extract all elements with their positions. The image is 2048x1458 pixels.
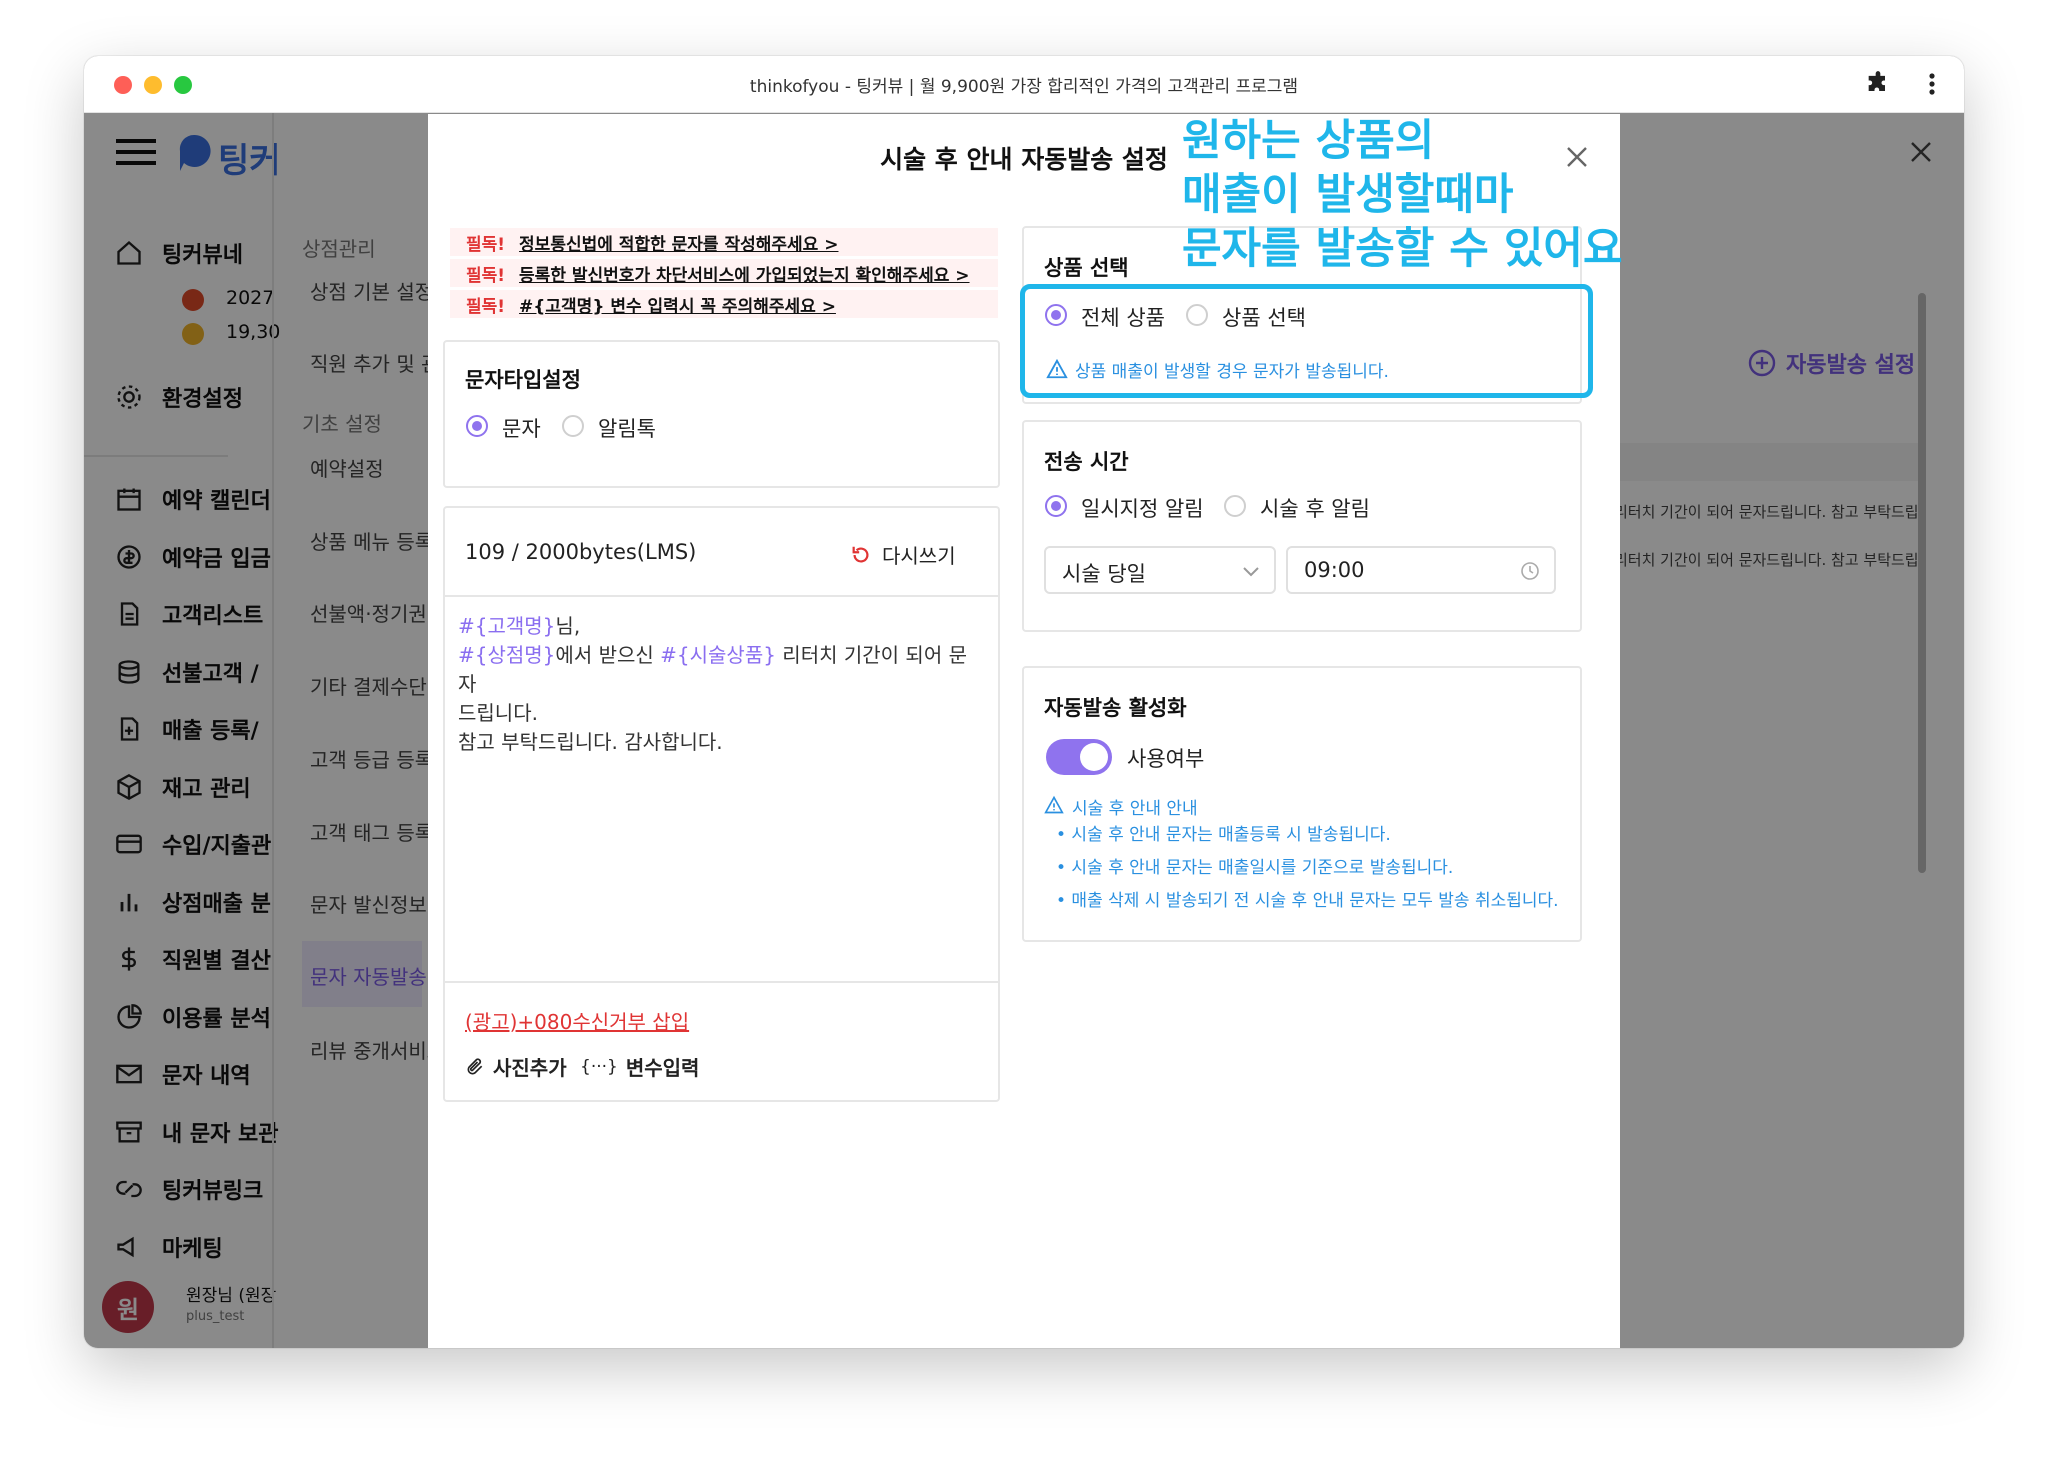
radio-after-treatment[interactable] bbox=[1224, 495, 1246, 517]
warning-icon bbox=[1044, 795, 1064, 815]
byte-counter: 109 / 2000bytes(LMS) bbox=[465, 540, 697, 564]
var-product: #{시술상품} bbox=[660, 643, 776, 667]
radio-sms[interactable] bbox=[466, 415, 488, 437]
radio-alimtalk[interactable] bbox=[562, 415, 584, 437]
annotation-line: 문자를 발송할 수 있어요 bbox=[1182, 224, 1623, 274]
time-input-value: 09:00 bbox=[1304, 558, 1365, 582]
ad-insert-link[interactable]: (광고)+080수신거부 삽입 bbox=[465, 1006, 689, 1035]
radio-alimtalk-label[interactable]: 알림톡 bbox=[598, 413, 656, 443]
info-title: 시술 후 안내 안내 bbox=[1072, 799, 1198, 819]
editor-divider bbox=[445, 595, 998, 597]
paperclip-icon bbox=[467, 1057, 483, 1074]
message-type-title: 문자타입설정 bbox=[465, 368, 581, 392]
window-title: thinkofyou - 팅커뷰 | 월 9,900원 가장 합리적인 가격의 … bbox=[749, 77, 1299, 97]
send-time-title: 전송 시간 bbox=[1044, 450, 1129, 474]
day-select-value: 시술 당일 bbox=[1062, 562, 1146, 586]
var-customer: #{고객명} bbox=[458, 614, 556, 638]
annotation-line: 원하는 상품의 bbox=[1182, 116, 1435, 166]
extension-icon[interactable] bbox=[1864, 70, 1892, 98]
refresh-icon bbox=[852, 546, 869, 562]
time-input[interactable]: 09:00 bbox=[1286, 546, 1556, 594]
clock-icon bbox=[1521, 562, 1539, 580]
notice-tag: 필독! bbox=[466, 265, 506, 286]
variable-icon: {···} bbox=[580, 1056, 618, 1077]
message-text: 에서 받으신 bbox=[555, 643, 661, 667]
notice-row[interactable]: 필독! 정보통신법에 적합한 문자를 작성해주세요 > bbox=[450, 228, 998, 256]
photo-add-button[interactable]: 사진추가 bbox=[465, 1052, 567, 1081]
notice-tag: 필독! bbox=[466, 296, 506, 317]
title-bar: thinkofyou - 팅커뷰 | 월 9,900원 가장 합리적인 가격의 … bbox=[84, 56, 1964, 113]
message-textarea[interactable]: #{고객명}님, #{상점명}에서 받으신 #{시술상품} 리터치 기간이 되어… bbox=[458, 612, 978, 757]
info-item: • 시술 후 안내 문자는 매출등록 시 발송됩니다. bbox=[1056, 825, 1391, 845]
message-text: 참고 부탁드립니다. 감사합니다. bbox=[458, 730, 723, 754]
radio-sms-label[interactable]: 문자 bbox=[502, 413, 541, 443]
rewrite-label: 다시쓰기 bbox=[882, 544, 956, 568]
notice-text[interactable]: 등록한 발신번호가 차단서비스에 가입되었는지 확인해주세요 > bbox=[519, 261, 969, 286]
radio-after-treatment-label[interactable]: 시술 후 알림 bbox=[1260, 493, 1370, 523]
variable-input-label: 변수입력 bbox=[625, 1056, 700, 1080]
use-toggle-label: 사용여부 bbox=[1127, 747, 1205, 771]
rewrite-button[interactable]: 다시쓰기 bbox=[850, 540, 956, 569]
product-select-title: 상품 선택 bbox=[1044, 256, 1129, 280]
editor-divider bbox=[445, 981, 998, 983]
more-menu-icon[interactable] bbox=[1922, 70, 1942, 98]
notice-text[interactable]: #{고객명} 변수 입력시 꼭 주의해주세요 > bbox=[519, 292, 836, 317]
message-text: 드립니다. bbox=[458, 701, 538, 725]
message-text: 님, bbox=[555, 614, 581, 638]
info-item: • 시술 후 안내 문자는 매출일시를 기준으로 발송됩니다. bbox=[1056, 858, 1454, 878]
var-shop: #{상점명} bbox=[458, 643, 556, 667]
day-select[interactable]: 시술 당일 bbox=[1044, 546, 1276, 594]
annotation-line: 매출이 발생할때마 bbox=[1182, 170, 1514, 220]
variable-input-button[interactable]: {···} 변수입력 bbox=[580, 1052, 699, 1081]
activation-title: 자동발송 활성화 bbox=[1044, 696, 1187, 720]
radio-scheduled-label[interactable]: 일시지정 알림 bbox=[1081, 493, 1204, 523]
annotation-highlight-box bbox=[1020, 284, 1593, 398]
info-item: • 매출 삭제 시 발송되기 전 시술 후 안내 문자는 모두 발송 취소됩니다… bbox=[1056, 891, 1559, 911]
notice-text[interactable]: 정보통신법에 적합한 문자를 작성해주세요 > bbox=[519, 230, 838, 255]
photo-add-label: 사진추가 bbox=[493, 1056, 567, 1080]
notice-row[interactable]: 필독! #{고객명} 변수 입력시 꼭 주의해주세요 > bbox=[450, 290, 998, 318]
radio-scheduled[interactable] bbox=[1045, 495, 1067, 517]
chevron-down-icon bbox=[1243, 567, 1259, 577]
notice-row[interactable]: 필독! 등록한 발신번호가 차단서비스에 가입되었는지 확인해주세요 > bbox=[450, 259, 998, 287]
use-toggle-switch[interactable] bbox=[1046, 739, 1112, 775]
notice-tag: 필독! bbox=[466, 234, 506, 255]
modal-close-icon[interactable] bbox=[1564, 144, 1590, 170]
